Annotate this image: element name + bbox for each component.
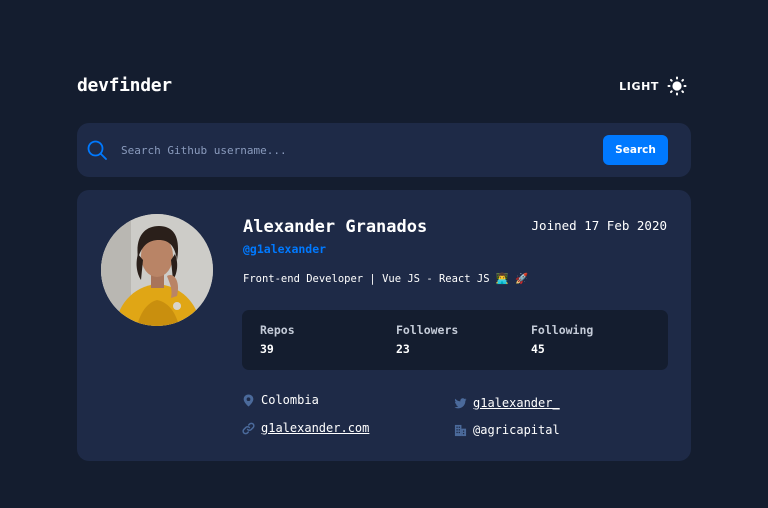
stat-repos: Repos 39 bbox=[260, 322, 295, 357]
company-building-icon bbox=[454, 424, 467, 436]
joined-date: Joined 17 Feb 2020 bbox=[531, 218, 667, 233]
company-item: @agricapital bbox=[454, 422, 560, 438]
search-button[interactable]: Search bbox=[603, 135, 668, 165]
stat-value: 45 bbox=[531, 342, 545, 356]
theme-toggle-label: LIGHT bbox=[619, 79, 659, 93]
website-item: g1alexander.com bbox=[242, 420, 369, 436]
profile-login-link[interactable]: @g1alexander bbox=[243, 241, 326, 257]
profile-card: Alexander Granados Joined 17 Feb 2020 @g… bbox=[77, 190, 691, 461]
search-input[interactable] bbox=[119, 135, 589, 165]
stat-followers: Followers 23 bbox=[396, 322, 458, 357]
profile-bio: Front-end Developer | Vue JS - React JS … bbox=[243, 273, 529, 285]
location-text: Colombia bbox=[261, 393, 319, 407]
twitter-icon bbox=[454, 397, 467, 408]
app-logo: devfinder bbox=[77, 75, 172, 96]
header: devfinder LIGHT bbox=[77, 74, 691, 98]
location-item: Colombia bbox=[242, 392, 319, 408]
stat-value: 23 bbox=[396, 342, 410, 356]
search-icon bbox=[87, 140, 107, 160]
avatar bbox=[101, 214, 213, 326]
twitter-link[interactable]: g1alexander_ bbox=[473, 395, 560, 411]
profile-name: Alexander Granados bbox=[243, 217, 428, 237]
location-pin-icon bbox=[243, 393, 254, 407]
stat-label: Followers bbox=[396, 323, 459, 337]
search-bar: Search bbox=[77, 123, 691, 177]
twitter-item: g1alexander_ bbox=[454, 395, 560, 411]
link-icon bbox=[242, 422, 255, 434]
stat-label: Following bbox=[531, 323, 594, 337]
stat-label: Repos bbox=[260, 323, 295, 337]
stat-following: Following 45 bbox=[531, 322, 593, 357]
theme-toggle-button[interactable]: LIGHT bbox=[619, 74, 687, 98]
company-text: @agricapital bbox=[473, 423, 560, 437]
stat-value: 39 bbox=[260, 342, 274, 356]
website-link[interactable]: g1alexander.com bbox=[261, 420, 369, 436]
stats-panel: Repos 39 Followers 23 Following 45 bbox=[242, 310, 668, 370]
sun-icon bbox=[667, 76, 687, 96]
